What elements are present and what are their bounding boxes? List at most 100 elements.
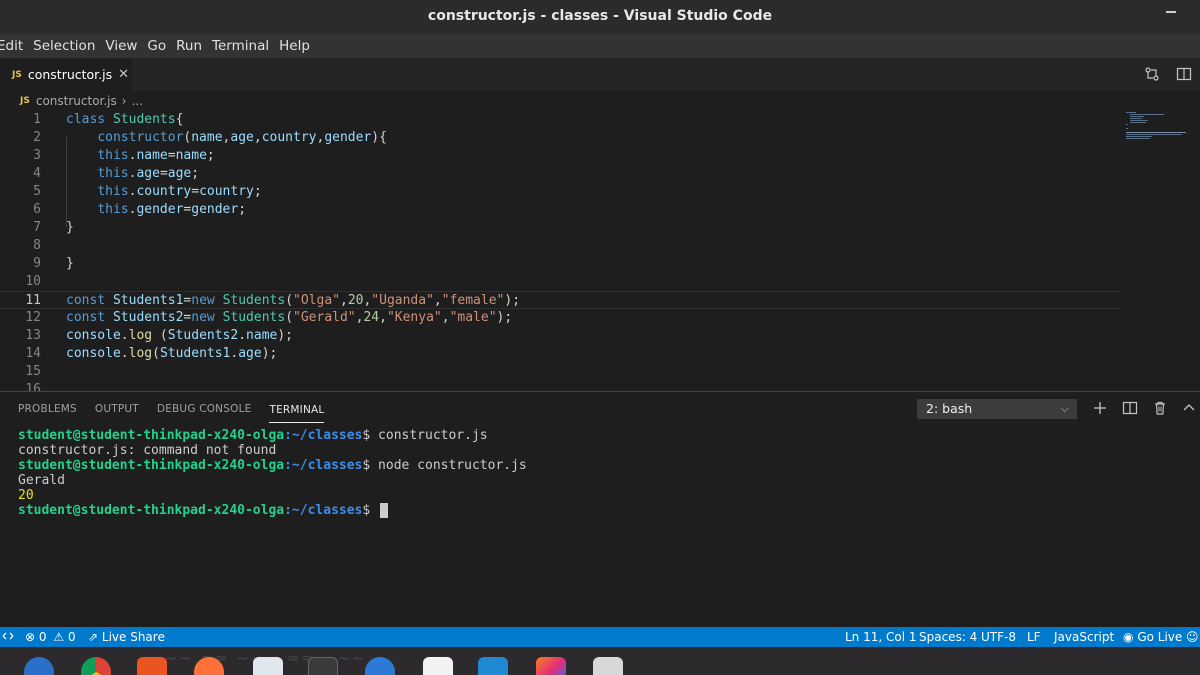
encoding[interactable]: UTF-8: [981, 630, 1016, 644]
minimap[interactable]: [1126, 111, 1196, 141]
line-number: 12: [25, 310, 41, 325]
minimap-line: [1130, 114, 1164, 115]
minimap-line: [1126, 138, 1150, 139]
code-line[interactable]: 14 console.log(Students1.age);: [0, 345, 1120, 363]
terminal-cursor: [380, 503, 389, 518]
line-number: 10: [25, 274, 41, 289]
code-line[interactable]: 9}: [0, 255, 1120, 273]
tab-debug-console[interactable]: DEBUG CONSOLE: [157, 395, 252, 423]
language-mode[interactable]: JavaScript: [1054, 630, 1114, 644]
terminal-output[interactable]: student@student-thinkpad-x240-olga:~/cla…: [18, 428, 527, 518]
code-line[interactable]: 4 this.age=age;: [0, 165, 1120, 183]
javascript-file-icon: JS: [12, 69, 22, 80]
chrome-icon[interactable]: [81, 657, 111, 675]
minimap-line: [1126, 128, 1128, 129]
line-code: this.country=country;: [97, 184, 262, 199]
terminal-select[interactable]: 2: bash ⌵: [917, 399, 1077, 419]
menu-selection[interactable]: Selection: [28, 38, 100, 54]
new-terminal-icon[interactable]: [1092, 400, 1108, 420]
line-code: const Students1=new Students("Olga",20,"…: [66, 293, 521, 308]
menu-edit[interactable]: Edit: [0, 38, 28, 54]
live-share-button[interactable]: ⇗ Live Share: [88, 630, 165, 644]
software-center-icon[interactable]: [137, 657, 167, 675]
chevron-up-icon[interactable]: [1182, 400, 1196, 420]
terminal-app-icon[interactable]: [308, 657, 338, 675]
minimize-button[interactable]: [1166, 11, 1176, 13]
warning-count: 0: [67, 630, 76, 644]
menu-run[interactable]: Run: [171, 38, 207, 54]
terminal-select-value: 2: bash: [926, 401, 973, 416]
line-number: 5: [33, 184, 41, 199]
code-line[interactable]: 12 const Students2=new Students("Gerald",…: [0, 309, 1120, 327]
close-icon[interactable]: ✕: [118, 67, 129, 82]
cursor-position[interactable]: Ln 11, Col 1: [845, 630, 917, 644]
prompt-command: $ constructor.js: [362, 428, 488, 443]
line-code: this.gender=gender;: [97, 202, 247, 217]
prompt-path: :~/classes: [284, 428, 363, 443]
indentation[interactable]: Spaces: 4: [919, 630, 977, 644]
code-line[interactable]: 16: [0, 381, 1120, 391]
remote-icon[interactable]: [2, 629, 14, 646]
prompt-user: student@student-thinkpad-x240-olga: [18, 503, 285, 518]
line-code: const Students2=new Students("Gerald",24…: [66, 310, 513, 325]
image-viewer-icon[interactable]: [593, 657, 623, 675]
line-code: console.log(Students1.age);: [66, 346, 278, 361]
split-editor-icon[interactable]: [1176, 66, 1192, 86]
menu-go[interactable]: Go: [142, 38, 171, 54]
line-number: 9: [33, 256, 41, 271]
menu-help[interactable]: Help: [274, 38, 315, 54]
code-line[interactable]: 11 const Students1=new Students("Olga",20…: [0, 291, 1120, 309]
terminal-output-text: 20: [18, 488, 34, 503]
text-editor-icon[interactable]: [253, 657, 283, 675]
prompt-user: student@student-thinkpad-x240-olga: [18, 428, 285, 443]
code-line[interactable]: 6 this.gender=gender;: [0, 201, 1120, 219]
code-line[interactable]: 5 this.country=country;: [0, 183, 1120, 201]
trash-icon[interactable]: [1152, 400, 1168, 420]
window-title: constructor.js - classes - Visual Studio…: [427, 8, 773, 24]
line-ending[interactable]: LF: [1027, 630, 1041, 644]
code-editor[interactable]: 1 class Students{2 constructor(name,age,c…: [0, 111, 1200, 391]
terminal-line: student@student-thinkpad-x240-olga:~/cla…: [18, 503, 527, 518]
tab-terminal[interactable]: TERMINAL: [269, 396, 325, 423]
line-number: 11: [25, 293, 41, 308]
feedback-icon[interactable]: ☺: [1186, 630, 1199, 644]
panel-tabs: PROBLEMS OUTPUT DEBUG CONSOLE TERMINAL: [0, 392, 325, 426]
intellij-icon[interactable]: [536, 657, 566, 675]
go-live-button[interactable]: ◉ Go Live: [1123, 630, 1182, 644]
open-changes-icon[interactable]: [1144, 66, 1160, 86]
tab-constructor-js[interactable]: JS constructor.js ✕: [0, 58, 132, 91]
help-app-icon[interactable]: [24, 657, 54, 675]
code-line[interactable]: 3 this.name=name;: [0, 147, 1120, 165]
tab-output[interactable]: OUTPUT: [95, 395, 139, 423]
line-code: class Students{: [66, 112, 184, 127]
menu-view[interactable]: View: [100, 38, 142, 54]
menu-terminal[interactable]: Terminal: [207, 38, 274, 54]
editor-tab-bar: JS constructor.js ✕: [0, 58, 1200, 91]
code-line[interactable]: 7}: [0, 219, 1120, 237]
code-line[interactable]: 8: [0, 237, 1120, 255]
problems-status[interactable]: ⊗ 0 ⚠ 0: [25, 630, 76, 644]
breadcrumb-symbols[interactable]: ...: [132, 94, 143, 108]
tab-label: constructor.js: [27, 67, 113, 82]
minimap-line: [1126, 132, 1186, 133]
thunderbird-icon[interactable]: [365, 657, 395, 675]
vscode-icon[interactable]: [478, 657, 508, 675]
minimap-line: [1126, 136, 1152, 137]
breadcrumb-file[interactable]: constructor.js: [36, 94, 117, 108]
minimap-line: [1130, 120, 1148, 121]
code-line[interactable]: 13 console.log (Students2.name);: [0, 327, 1120, 345]
panel-actions: [1092, 400, 1196, 420]
split-terminal-icon[interactable]: [1122, 400, 1138, 420]
minimap-line: [1126, 112, 1136, 113]
live-share-label: Live Share: [101, 630, 165, 644]
tab-problems[interactable]: PROBLEMS: [18, 395, 77, 423]
line-code: }: [66, 220, 74, 235]
document-viewer-icon[interactable]: [423, 657, 453, 675]
code-line[interactable]: 15: [0, 363, 1120, 381]
code-line[interactable]: 1 class Students{: [0, 111, 1120, 129]
minimap-line: [1130, 116, 1144, 117]
prompt-user: student@student-thinkpad-x240-olga: [18, 458, 285, 473]
error-count: 0: [38, 630, 47, 644]
code-line[interactable]: 10: [0, 273, 1120, 291]
code-line[interactable]: 2 constructor(name,age,country,gender){: [0, 129, 1120, 147]
